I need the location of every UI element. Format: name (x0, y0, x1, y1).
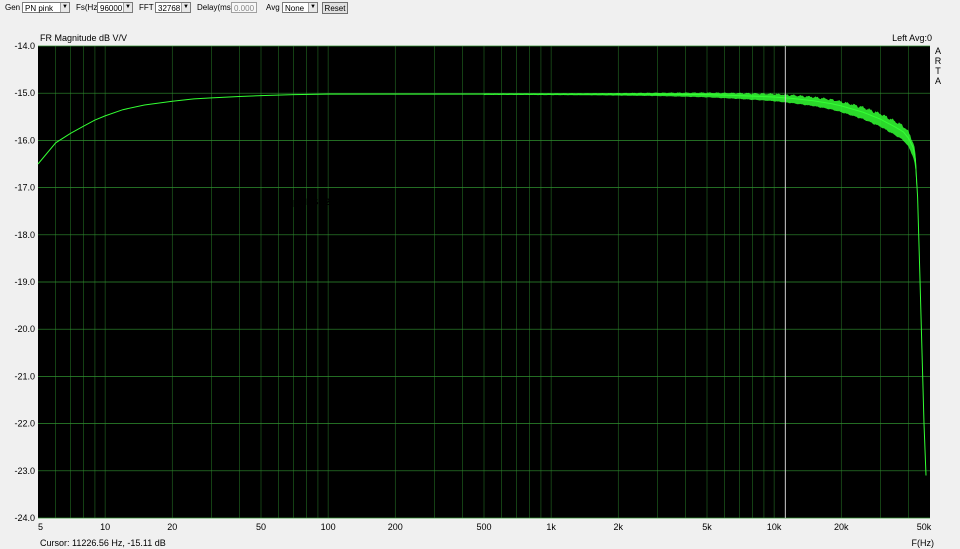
delay-label: Delay(ms) (197, 3, 234, 12)
delay-value: 0.000 (234, 4, 255, 13)
channel-status: Left Avg:0 (892, 33, 932, 43)
frequency-response-chart[interactable]: FR Magnitude dB V/V Left Avg:0 -14.0 -15.… (0, 16, 960, 549)
y-tick-label: -18.0 (14, 230, 35, 240)
chevron-down-icon: ▼ (308, 3, 317, 12)
generator-value: PN pink (25, 4, 54, 13)
arta-letter: A (935, 76, 941, 86)
generator-select[interactable]: PN pink ▼ (22, 2, 70, 13)
chevron-down-icon: ▼ (60, 3, 69, 12)
y-tick-label: -20.0 (14, 324, 35, 334)
arta-letter: T (935, 66, 941, 76)
delay-input[interactable]: 0.000 (231, 2, 257, 13)
x-tick-label: 20 (167, 522, 177, 532)
arta-logo: ARTA (935, 46, 942, 86)
sample-rate-value: 96000 (100, 4, 123, 13)
x-tick-label: 10 (100, 522, 110, 532)
x-tick-label: 20k (834, 522, 849, 532)
reset-button[interactable]: Reset (322, 2, 348, 14)
x-tick-label: 50k (917, 522, 932, 532)
chart-title: FR Magnitude dB V/V (40, 33, 127, 43)
x-tick-label: 1k (546, 522, 556, 532)
chart-annotation: Ppy DSD2 V2 new with re clock (287, 197, 422, 207)
fft-size-value: 32768 (158, 4, 181, 13)
x-tick-label: 5 (38, 522, 43, 532)
x-tick-label: 2k (614, 522, 624, 532)
x-axis-labels: 5 10 20 50 100 200 500 1k 2k 5k 10k 20k 50k (38, 522, 932, 532)
fft-label: FFT (139, 3, 154, 12)
fft-size-select[interactable]: 32768 ▼ (155, 2, 191, 13)
x-tick-label: 50 (256, 522, 266, 532)
x-axis-title: F(Hz) (912, 538, 935, 548)
y-tick-label: -16.0 (14, 135, 35, 145)
x-tick-label: 100 (321, 522, 336, 532)
y-tick-label: -22.0 (14, 419, 35, 429)
sample-rate-select[interactable]: 96000 ▼ (97, 2, 133, 13)
averaging-value: None (285, 4, 305, 13)
arta-letter: A (935, 46, 941, 56)
y-axis-labels: -14.0 -15.0 -16.0 -17.0 -18.0 -19.0 -20.0 -21.0… (14, 41, 35, 523)
y-tick-label: -15.0 (14, 88, 35, 98)
toolbar: Gen PN pink ▼ Fs(Hz) 96000 ▼ FFT 32768 ▼… (0, 0, 960, 16)
averaging-select[interactable]: None ▼ (282, 2, 318, 13)
cursor-readout: Cursor: 11226.56 Hz, -15.11 dB (40, 538, 166, 548)
arta-letter: R (935, 56, 942, 66)
avg-label: Avg (266, 3, 280, 12)
x-tick-label: 500 (476, 522, 491, 532)
chevron-down-icon: ▼ (123, 3, 132, 12)
y-tick-label: -23.0 (14, 466, 35, 476)
y-tick-label: -21.0 (14, 371, 35, 381)
y-tick-label: -17.0 (14, 183, 35, 193)
x-tick-label: 10k (767, 522, 782, 532)
gen-label: Gen (5, 3, 21, 12)
x-tick-label: 5k (702, 522, 712, 532)
x-tick-label: 200 (388, 522, 403, 532)
y-tick-label: -19.0 (14, 277, 35, 287)
y-tick-label: -24.0 (14, 513, 35, 523)
y-tick-label: -14.0 (14, 41, 35, 51)
chevron-down-icon: ▼ (181, 3, 190, 12)
